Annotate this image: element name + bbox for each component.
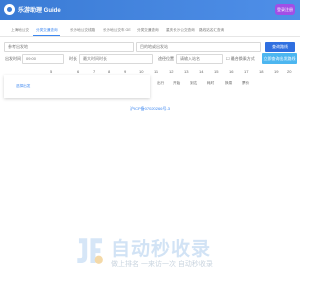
watermark-title: 自动秒收录 — [111, 239, 212, 260]
brand-name: 乐游助理 Guide — [18, 8, 61, 14]
tab-changsha-bus-ge[interactable]: 长沙地公交车 GE — [103, 28, 131, 33]
watermark-logo-icon — [77, 238, 103, 264]
hour-label[interactable]: 10 — [139, 69, 143, 74]
transfer-label: 最合换乘方式 — [230, 56, 255, 61]
time-field[interactable]: 09:00 — [22, 54, 64, 64]
column-header: 耗时 — [207, 81, 215, 85]
column-header: 开始 — [173, 81, 181, 85]
column-header: 票价 — [242, 81, 250, 85]
icp-link[interactable]: 沪ICP备07020266号-3 — [120, 106, 180, 112]
tab-chongqing-query[interactable]: 重庆长沙公交查询 — [166, 28, 195, 33]
column-header: 出行 — [157, 81, 165, 85]
departure-dropdown: 选择出发 — [4, 75, 150, 98]
duration-field[interactable]: 最大时间时长 — [79, 54, 153, 64]
stop-label: 途径位置 — [158, 56, 174, 61]
hour-label[interactable]: 15 — [214, 69, 218, 74]
tab-route-query[interactable]: 分类交通查询 — [36, 28, 58, 33]
tab-shanghai-bus[interactable]: 上海地公交 — [11, 28, 29, 33]
hour-label[interactable]: 5 — [50, 69, 52, 74]
tab-station-query[interactable]: 路线站名汇查询 — [199, 28, 224, 33]
hour-label[interactable]: 11 — [154, 69, 158, 74]
start-input[interactable]: 参考出发地 — [4, 42, 134, 52]
transfer-checkbox[interactable]: ☐ 最合换乘方式 — [226, 56, 255, 62]
column-header: 到达 — [190, 81, 198, 85]
hour-label[interactable]: 14 — [199, 69, 203, 74]
hour-label[interactable]: 8 — [108, 69, 110, 74]
search-route-button[interactable]: 查询路线 — [265, 42, 295, 52]
top-header: 乐游助理 Guide 登录注册 — [0, 0, 300, 20]
dropdown-option[interactable]: 选择出发 — [16, 84, 30, 89]
hour-label[interactable]: 7 — [93, 69, 95, 74]
hour-label[interactable]: 16 — [229, 69, 233, 74]
hour-label[interactable]: 17 — [244, 69, 248, 74]
time-label: 出发时间 — [5, 56, 21, 61]
hour-label[interactable]: 20 — [287, 69, 291, 74]
column-header: 换乘 — [225, 81, 233, 85]
stop-field[interactable]: 请输入站名 — [176, 54, 223, 64]
category-tabs: 上海地公交 分类交通查询 长沙地公交线路 长沙地公交车 GE 分类交通查询 重庆… — [0, 24, 300, 37]
login-button[interactable]: 登录注册 — [275, 4, 295, 15]
hour-label[interactable]: 13 — [184, 69, 188, 74]
hour-label[interactable]: 6 — [77, 69, 79, 74]
tab-category-query[interactable]: 分类交通查询 — [137, 28, 159, 33]
app-logo-icon — [4, 4, 15, 15]
active-tab-indicator — [33, 35, 60, 36]
destination-input[interactable]: 目的地或出发站 — [136, 42, 261, 52]
duration-label: 时长 — [69, 56, 77, 61]
hour-label[interactable]: 9 — [124, 69, 126, 74]
watermark-subtitle: 做上排名 一来访一次 自动秒收录 — [111, 261, 213, 268]
watermark: 自动秒收录 做上排名 一来访一次 自动秒收录 — [74, 233, 284, 273]
hour-label[interactable]: 18 — [259, 69, 263, 74]
hour-label[interactable]: 12 — [169, 69, 173, 74]
reset-query-button[interactable]: 立即查询出发路线 — [262, 53, 297, 64]
hour-label[interactable]: 19 — [274, 69, 278, 74]
tab-changsha-bus[interactable]: 长沙地公交线路 — [70, 28, 95, 33]
